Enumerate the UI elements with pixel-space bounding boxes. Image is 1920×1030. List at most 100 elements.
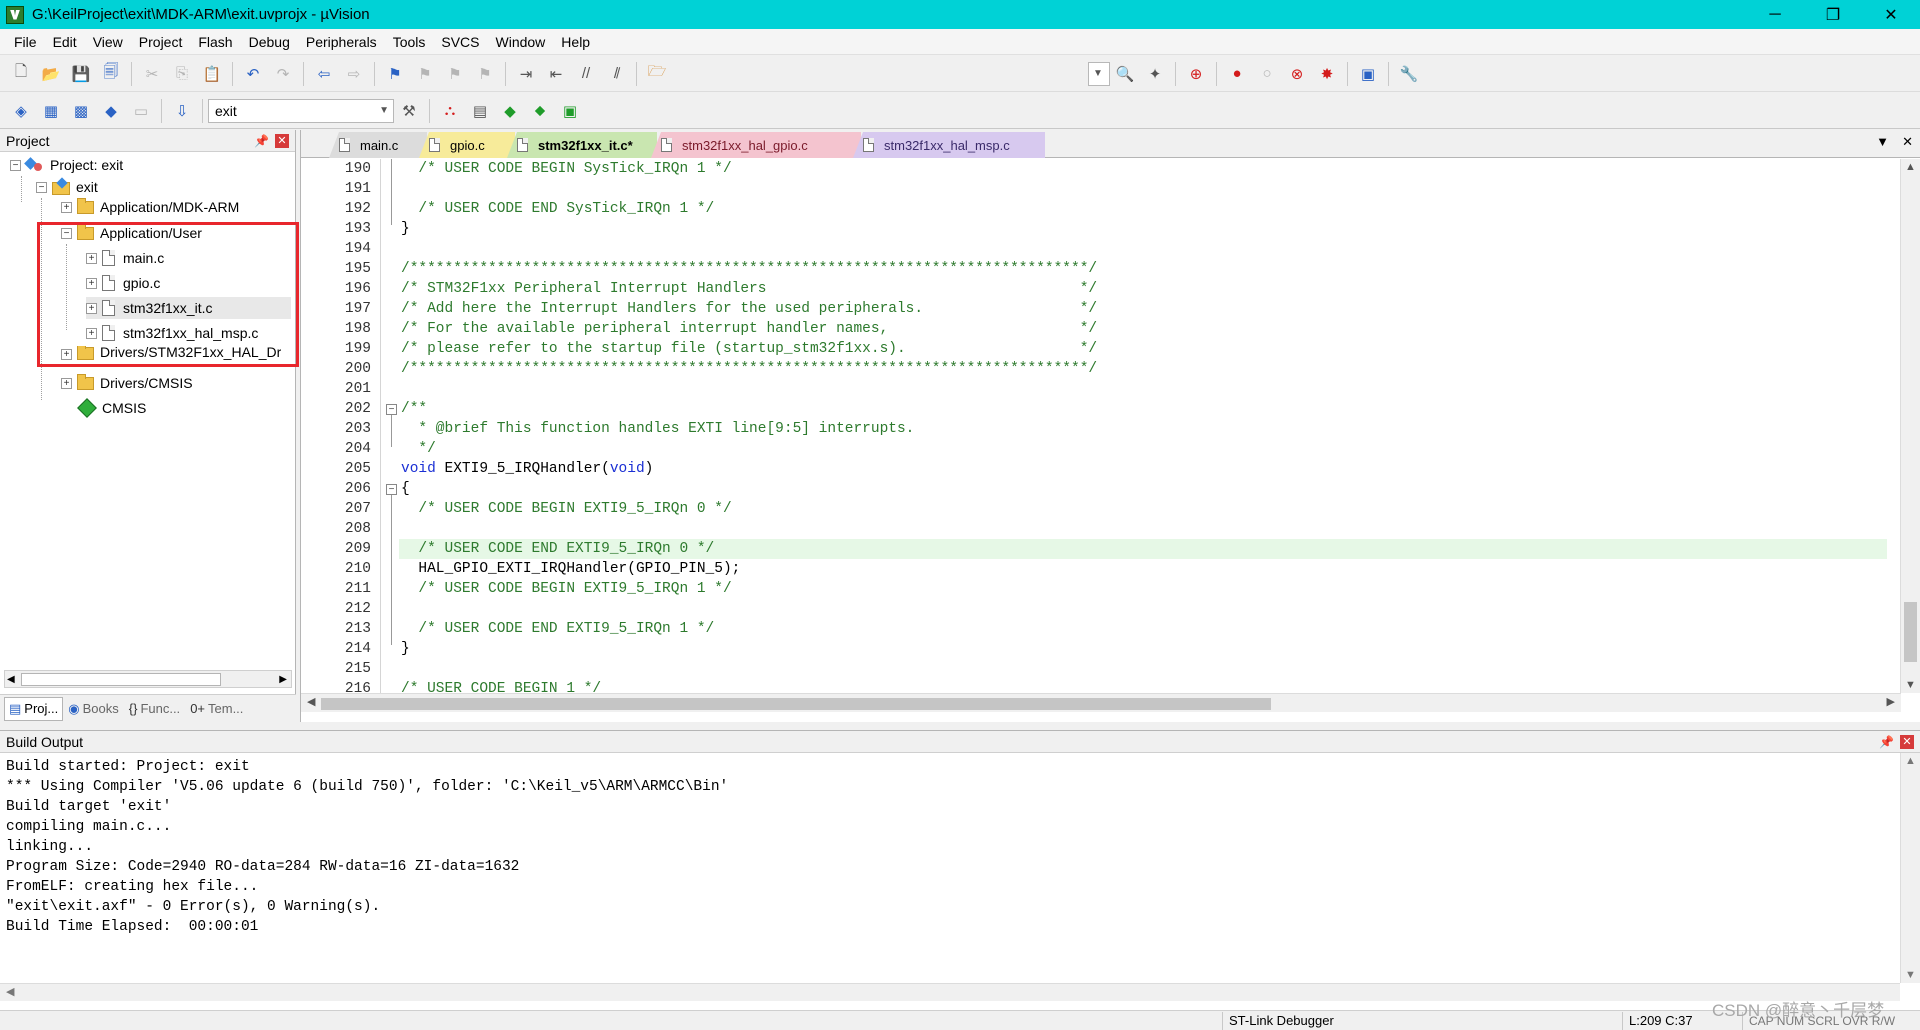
scroll-right-icon[interactable]: ▶ <box>1887 695 1895 708</box>
bookmark-prev-icon[interactable]: ⚑ <box>412 62 438 86</box>
scrollbar-thumb[interactable] <box>321 698 1271 710</box>
new-file-icon[interactable]: 🗋 <box>8 62 34 86</box>
save-all-icon[interactable]: 🗐 <box>98 62 124 86</box>
find-icon[interactable]: 🔍 <box>1112 62 1138 86</box>
menu-edit[interactable]: Edit <box>45 34 85 50</box>
debug-session-icon[interactable]: ⊕ <box>1183 62 1209 86</box>
pin-icon[interactable]: 📌 <box>1879 735 1894 749</box>
scroll-down-icon[interactable]: ▼ <box>1905 969 1916 981</box>
menu-view[interactable]: View <box>85 34 131 50</box>
redo-icon[interactable]: ↷ <box>270 62 296 86</box>
tab-stm32f1xx-hal-msp-c[interactable]: stm32f1xx_hal_msp.c <box>853 132 1045 158</box>
build-horizontal-scrollbar[interactable]: ◀ <box>0 983 1900 1001</box>
scroll-left-icon[interactable]: ◀ <box>307 695 315 708</box>
translate-icon[interactable]: ◈ <box>8 99 34 123</box>
tree-item-target[interactable]: − exit <box>36 176 98 198</box>
bookmark-clear-icon[interactable]: ⚑ <box>472 62 498 86</box>
tab-gpio-c[interactable]: gpio.c <box>419 132 515 158</box>
scroll-right-icon[interactable]: ▶ <box>279 671 287 688</box>
comment-icon[interactable]: // <box>573 62 599 86</box>
tab-main-c[interactable]: main.c <box>329 132 427 158</box>
kill-breakpoints-icon[interactable]: ✸ <box>1314 62 1340 86</box>
pin-icon[interactable]: 📌 <box>254 134 269 148</box>
code-area[interactable]: 190 191 192 193 194 195 196 197 198 199 200 201 202 2… <box>301 159 1920 693</box>
target-select[interactable]: exit ▼ <box>208 98 394 123</box>
target-options-icon[interactable]: ⚒ <box>396 99 422 123</box>
unindent-icon[interactable]: ⇤ <box>543 62 569 86</box>
configure-icon[interactable]: 🔧 <box>1396 62 1422 86</box>
close-icon[interactable]: ✕ <box>1900 734 1914 749</box>
tab-books[interactable]: ◉ Books <box>63 697 123 721</box>
insert-breakpoint-icon[interactable]: ● <box>1224 62 1250 86</box>
copy-icon[interactable]: ⎘ <box>169 62 195 86</box>
menu-svcs[interactable]: SVCS <box>433 34 487 50</box>
menu-help[interactable]: Help <box>553 34 598 50</box>
menu-debug[interactable]: Debug <box>241 34 298 50</box>
undo-icon[interactable]: ↶ <box>240 62 266 86</box>
menu-flash[interactable]: Flash <box>190 34 240 50</box>
fold-collapse-icon[interactable]: − <box>386 484 397 495</box>
tree-item-group-cmsis[interactable]: + Drivers/CMSIS <box>61 372 193 394</box>
close-icon[interactable]: ✕ <box>275 133 289 148</box>
editor-horizontal-scrollbar[interactable]: ◀ ▶ <box>301 693 1901 712</box>
scroll-up-icon[interactable]: ▲ <box>1905 755 1916 767</box>
expand-icon[interactable]: + <box>61 201 72 213</box>
menu-file[interactable]: File <box>6 34 45 50</box>
scroll-up-icon[interactable]: ▲ <box>1905 161 1916 173</box>
uncomment-icon[interactable]: /̸ <box>603 62 629 86</box>
bookmark-toggle-icon[interactable]: ⚑ <box>382 62 408 86</box>
indent-icon[interactable]: ⇥ <box>513 62 539 86</box>
build-icon[interactable]: ▦ <box>38 99 64 123</box>
select-packs-icon[interactable]: ▣ <box>557 99 583 123</box>
save-icon[interactable]: 💾 <box>68 62 94 86</box>
run-time-env-icon[interactable]: ◆ <box>497 99 523 123</box>
project-horizontal-scrollbar[interactable]: ◀ ▶ <box>4 670 292 688</box>
file-extensions-icon[interactable]: ▤ <box>467 99 493 123</box>
navigate-forward-icon[interactable]: ⇨ <box>341 62 367 86</box>
tab-stm32f1xx-it-c-active[interactable]: stm32f1xx_it.c* <box>507 132 657 158</box>
menu-project[interactable]: Project <box>131 34 191 50</box>
bookmark-next-icon[interactable]: ⚑ <box>442 62 468 86</box>
tab-project[interactable]: ▤ Proj... <box>4 696 64 721</box>
scrollbar-thumb[interactable] <box>21 673 221 686</box>
cut-icon[interactable]: ✂ <box>139 62 165 86</box>
close-button[interactable]: ✕ <box>1862 0 1920 29</box>
find-combo[interactable]: ▼ <box>1088 61 1110 86</box>
restore-button[interactable]: ❐ <box>1804 0 1862 29</box>
collapse-icon[interactable]: − <box>10 159 21 171</box>
navigate-back-icon[interactable]: ⇦ <box>311 62 337 86</box>
scrollbar-thumb[interactable] <box>1904 602 1917 662</box>
menu-tools[interactable]: Tools <box>385 34 434 50</box>
batch-build-icon[interactable]: ◆ <box>98 99 124 123</box>
scroll-left-icon[interactable]: ◀ <box>7 671 15 688</box>
scroll-down-icon[interactable]: ▼ <box>1905 679 1916 691</box>
tree-item-group-mdk[interactable]: + Application/MDK-ARM <box>61 198 239 216</box>
paste-icon[interactable]: 📋 <box>199 62 225 86</box>
fold-collapse-icon[interactable]: − <box>386 404 397 415</box>
tab-list-dropdown-icon[interactable]: ▼ <box>1876 134 1889 149</box>
collapse-icon[interactable]: − <box>36 181 47 193</box>
tree-item-project[interactable]: − Project: exit <box>10 154 123 176</box>
window-layout-icon[interactable]: ▣ <box>1355 62 1381 86</box>
scroll-left-icon[interactable]: ◀ <box>6 985 14 998</box>
tab-stm32f1xx-hal-gpio-c[interactable]: stm32f1xx_hal_gpio.c <box>651 132 861 158</box>
manage-components-icon[interactable]: ⛬ <box>437 99 463 123</box>
build-vertical-scrollbar[interactable]: ▲ ▼ <box>1900 753 1920 983</box>
minimize-button[interactable]: ─ <box>1746 0 1804 29</box>
menu-peripherals[interactable]: Peripherals <box>298 34 385 50</box>
expand-icon[interactable]: + <box>61 377 72 389</box>
disable-breakpoints-icon[interactable]: ⊗ <box>1284 62 1310 86</box>
rebuild-icon[interactable]: ▩ <box>68 99 94 123</box>
download-icon[interactable]: ⇩ <box>169 99 195 123</box>
stop-build-icon[interactable]: ▭ <box>128 99 154 123</box>
tree-item-cmsis[interactable]: CMSIS <box>77 397 146 419</box>
incremental-find-icon[interactable]: ✦ <box>1142 62 1168 86</box>
menu-window[interactable]: Window <box>488 34 554 50</box>
editor-vertical-scrollbar[interactable]: ▲ ▼ <box>1900 159 1920 693</box>
pack-installer-icon[interactable]: ⬥ <box>527 99 553 123</box>
enable-breakpoint-icon[interactable]: ○ <box>1254 62 1280 86</box>
tab-templates[interactable]: 0+ Tem... <box>185 697 248 721</box>
close-tab-icon[interactable]: ✕ <box>1902 134 1913 150</box>
build-output-text[interactable]: Build started: Project: exit *** Using Co… <box>6 757 1886 937</box>
tab-functions[interactable]: {} Func... <box>124 697 185 721</box>
